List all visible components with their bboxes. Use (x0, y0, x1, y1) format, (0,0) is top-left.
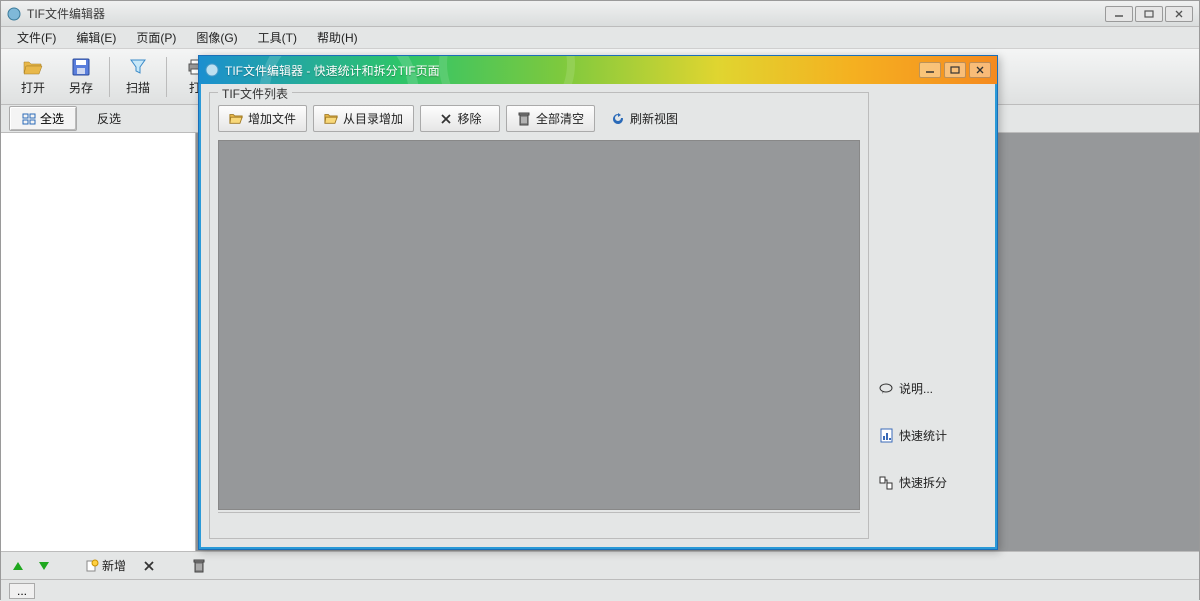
trash-icon (517, 112, 531, 126)
tif-file-list-fieldset: TIF文件列表 增加文件 从目录增加 移除 全部清空 (209, 92, 869, 539)
dialog-app-icon (205, 63, 219, 77)
help-button[interactable]: 说明... (877, 378, 987, 399)
refresh-view-button[interactable]: 刷新视图 (601, 106, 688, 131)
dialog-toolbar: 增加文件 从目录增加 移除 全部清空 刷新视图 (218, 105, 860, 132)
clear-all-button[interactable]: 全部清空 (506, 105, 595, 132)
refresh-icon (611, 112, 625, 126)
menubar: 文件(F) 编辑(E) 页面(P) 图像(G) 工具(T) 帮助(H) (1, 27, 1199, 49)
add-file-button[interactable]: 增加文件 (218, 105, 307, 132)
dialog-title: TIF文件编辑器 - 快速统计和拆分TIF页面 (225, 62, 919, 79)
quick-stat-split-dialog: TIF文件编辑器 - 快速统计和拆分TIF页面 TIF文件列表 增加文件 从目录… (198, 55, 998, 550)
menu-edit[interactable]: 编辑(E) (68, 27, 124, 48)
add-folder-label: 从目录增加 (343, 110, 403, 127)
new-button[interactable]: 新增 (81, 555, 130, 576)
dialog-close-button[interactable] (969, 62, 991, 78)
main-titlebar: TIF文件编辑器 (1, 1, 1199, 27)
quick-split-label: 快速拆分 (899, 474, 947, 491)
folder-open-icon (324, 112, 338, 126)
bottom-toolbar: 新增 (1, 551, 1199, 579)
folder-open-icon (229, 112, 243, 126)
dialog-maximize-button[interactable] (944, 62, 966, 78)
add-file-label: 增加文件 (248, 110, 296, 127)
menu-image[interactable]: 图像(G) (188, 27, 245, 48)
scan-label: 扫描 (126, 79, 150, 96)
menu-file[interactable]: 文件(F) (9, 27, 64, 48)
select-all-button[interactable]: 全选 (9, 106, 77, 131)
app-icon (7, 7, 21, 21)
stat-page-icon (879, 429, 893, 443)
save-icon (71, 57, 91, 77)
funnel-icon (128, 57, 148, 77)
quick-split-button[interactable]: 快速拆分 (877, 472, 987, 493)
help-label: 说明... (899, 380, 933, 397)
list-footer (218, 512, 860, 530)
quick-stat-button[interactable]: 快速统计 (877, 425, 987, 446)
fieldset-legend: TIF文件列表 (218, 85, 292, 102)
select-all-label: 全选 (40, 110, 64, 127)
arrow-down-icon (39, 562, 49, 570)
invert-selection-button[interactable]: 反选 (85, 107, 133, 130)
main-window-title: TIF文件编辑器 (27, 5, 1105, 22)
refresh-label: 刷新视图 (630, 110, 678, 127)
remove-label: 移除 (458, 110, 482, 127)
menu-page[interactable]: 页面(P) (128, 27, 184, 48)
menu-help[interactable]: 帮助(H) (309, 27, 366, 48)
quick-stat-label: 快速统计 (899, 427, 947, 444)
side-panel (1, 133, 196, 551)
tif-file-list[interactable] (218, 140, 860, 510)
status-box[interactable]: ... (9, 583, 35, 599)
dialog-body: TIF文件列表 增加文件 从目录增加 移除 全部清空 (199, 84, 997, 549)
remove-x-icon (439, 112, 453, 126)
maximize-button[interactable] (1135, 6, 1163, 22)
dialog-side-actions: 说明... 快速统计 快速拆分 (877, 92, 987, 539)
save-label: 另存 (69, 79, 93, 96)
arrow-up-icon (13, 562, 23, 570)
move-down-button[interactable] (35, 560, 53, 572)
select-all-icon (22, 112, 36, 126)
close-button[interactable] (1165, 6, 1193, 22)
move-up-button[interactable] (9, 560, 27, 572)
trash-icon (192, 559, 206, 573)
toolbar-separator (109, 57, 110, 97)
clear-all-label: 全部清空 (536, 110, 584, 127)
split-icon (879, 476, 893, 490)
toolbar-separator (166, 57, 167, 97)
new-doc-icon (85, 559, 99, 573)
delete-button[interactable] (138, 557, 160, 575)
minimize-button[interactable] (1105, 6, 1133, 22)
window-controls (1105, 6, 1193, 22)
dialog-titlebar[interactable]: TIF文件编辑器 - 快速统计和拆分TIF页面 (199, 56, 997, 84)
delete-x-icon (142, 559, 156, 573)
save-button[interactable]: 另存 (57, 53, 105, 101)
open-button[interactable]: 打开 (9, 53, 57, 101)
remove-button[interactable]: 移除 (420, 105, 500, 132)
statusbar: ... (1, 579, 1199, 601)
speech-bubble-icon (879, 382, 893, 396)
dialog-minimize-button[interactable] (919, 62, 941, 78)
open-label: 打开 (21, 79, 45, 96)
scan-button[interactable]: 扫描 (114, 53, 162, 101)
trash-button[interactable] (188, 557, 210, 575)
new-label: 新增 (102, 557, 126, 574)
dialog-window-controls (919, 62, 991, 78)
menu-tools[interactable]: 工具(T) (250, 27, 305, 48)
folder-open-icon (23, 57, 43, 77)
add-from-folder-button[interactable]: 从目录增加 (313, 105, 414, 132)
